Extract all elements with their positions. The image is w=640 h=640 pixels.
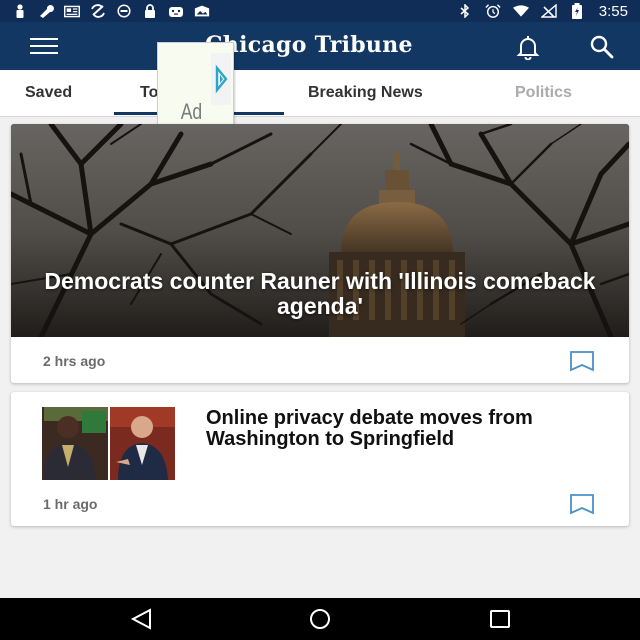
story-thumbnail xyxy=(42,407,175,480)
newspaper-icon xyxy=(64,4,80,18)
lock-icon xyxy=(142,4,158,18)
status-time: 3:55 xyxy=(598,2,628,20)
bell-icon[interactable] xyxy=(514,34,542,61)
story-hero-image: Democrats counter Rauner with 'Illinois … xyxy=(11,124,629,337)
battery-charging-icon xyxy=(569,3,585,19)
image-icon xyxy=(194,4,210,18)
wifi-icon xyxy=(512,4,529,18)
story-card[interactable]: Online privacy debate moves from Washing… xyxy=(11,392,629,526)
bookmark-icon[interactable] xyxy=(569,350,595,372)
brand-logo[interactable]: Chicago Tribune xyxy=(205,32,413,58)
ad-label: Ad xyxy=(180,99,203,124)
adchoices-icon[interactable] xyxy=(211,53,231,105)
story-headline[interactable]: Online privacy debate moves from Washing… xyxy=(206,408,606,450)
search-icon[interactable] xyxy=(588,34,616,60)
status-bar: 3:55 xyxy=(0,0,640,22)
no-signal-icon xyxy=(540,4,557,18)
no-sync-icon xyxy=(90,4,106,18)
alarm-icon xyxy=(485,4,501,18)
android-icon xyxy=(168,4,184,18)
bluetooth-icon xyxy=(457,4,473,18)
tab-saved[interactable]: Saved xyxy=(25,84,72,102)
circle-info-icon xyxy=(116,4,132,18)
story-headline[interactable]: Democrats counter Rauner with 'Illinois … xyxy=(11,269,629,319)
story-timestamp: 1 hr ago xyxy=(43,496,98,512)
section-tabs: Saved Top Stories Breaking News Politics xyxy=(0,70,640,117)
back-triangle-icon[interactable] xyxy=(128,607,156,631)
hamburger-menu-icon[interactable] xyxy=(30,38,58,56)
wrench-icon xyxy=(38,4,54,18)
tab-politics[interactable]: Politics xyxy=(515,84,572,102)
person-icon xyxy=(12,4,28,18)
recents-square-icon[interactable] xyxy=(486,607,514,631)
story-card[interactable]: Democrats counter Rauner with 'Illinois … xyxy=(11,124,629,383)
tab-breaking-news[interactable]: Breaking News xyxy=(308,84,423,102)
home-circle-icon[interactable] xyxy=(306,607,334,631)
bookmark-icon[interactable] xyxy=(569,493,595,515)
system-navigation-bar xyxy=(0,598,640,640)
app-bar: Chicago Tribune xyxy=(0,22,640,70)
story-timestamp: 2 hrs ago xyxy=(43,353,106,369)
